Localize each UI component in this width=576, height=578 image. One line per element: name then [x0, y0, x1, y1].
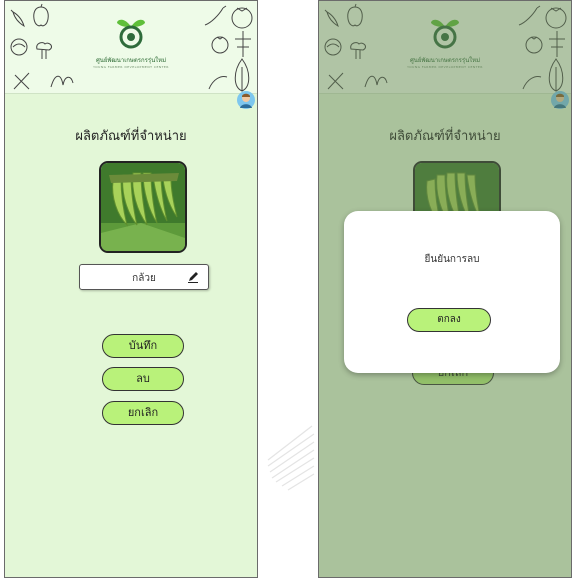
beans-icon	[50, 75, 74, 88]
logo-text-en: YOUNG FARMER DEVELOPMENT CENTER	[93, 65, 169, 69]
save-button[interactable]: บันทึก	[102, 334, 184, 358]
broccoli-icon	[36, 42, 52, 59]
product-name-field[interactable]: กล้วย	[79, 264, 209, 290]
confirm-delete-dialog: ยืนยันการลบ ตกลง	[344, 211, 560, 373]
edit-product-screen: ศูนย์พัฒนาเกษตรกรรุ่นใหม่ YOUNG FARMER D…	[4, 0, 258, 578]
watermark-graphic	[267, 425, 315, 491]
chili-right-icon	[204, 5, 227, 26]
banana-bunch-image	[101, 163, 185, 251]
ok-button[interactable]: ตกลง	[407, 308, 491, 332]
tomato-small-icon	[211, 36, 229, 54]
herb-icon	[13, 72, 30, 90]
tomato-icon	[231, 7, 253, 29]
dialog-message: ยืนยันการลบ	[424, 254, 480, 265]
avatar[interactable]	[237, 91, 255, 109]
cancel-button[interactable]: ยกเลิก	[102, 401, 184, 425]
pencil-icon[interactable]	[187, 271, 199, 283]
onion-icon	[234, 58, 250, 92]
page-title: ผลิตภัณฑ์ที่จำหน่าย	[75, 129, 187, 144]
delete-confirm-screen: ศูนย์พัฒนาเกษตรกรรุ่นใหม่ YOUNG FARMER D…	[318, 0, 572, 578]
chili-icon	[10, 9, 25, 28]
cabbage-icon	[10, 38, 28, 56]
sprout-logo-icon	[117, 19, 145, 49]
header-banner: ศูนย์พัฒนาเกษตรกรรุ่นใหม่ YOUNG FARMER D…	[5, 1, 257, 94]
corn-icon	[235, 31, 251, 57]
delete-button[interactable]: ลบ	[102, 367, 184, 391]
product-photo	[99, 161, 187, 253]
eggplant-icon	[208, 76, 228, 90]
logo-text-th: ศูนย์พัฒนาเกษตรกรรุ่นใหม่	[95, 57, 167, 64]
center-logo: ศูนย์พัฒนาเกษตรกรรุ่นใหม่ YOUNG FARMER D…	[66, 15, 196, 69]
bell-pepper-icon	[33, 3, 49, 27]
